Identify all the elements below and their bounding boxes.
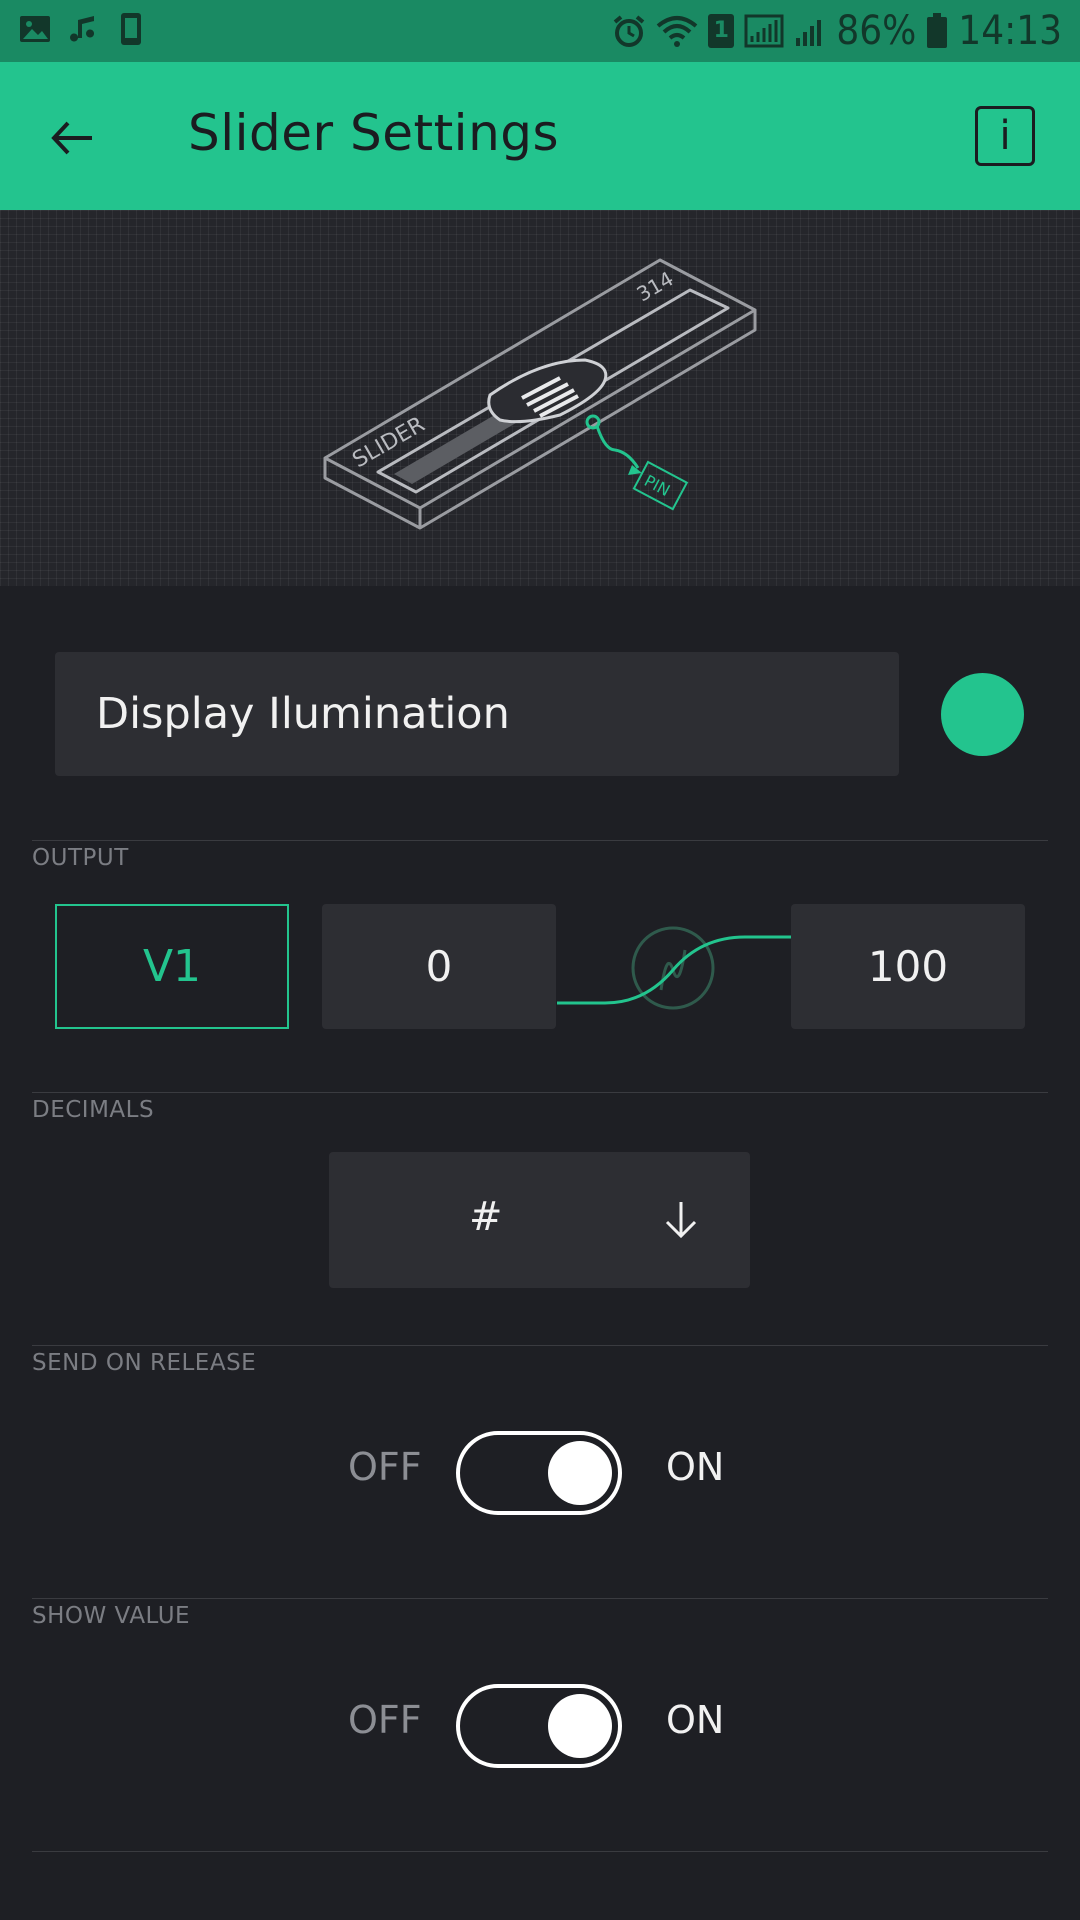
send-on-release-row: OFF ON: [0, 1431, 1080, 1515]
divider: [32, 1598, 1048, 1599]
music-icon: [70, 16, 94, 42]
pin-selector[interactable]: V1: [55, 904, 289, 1029]
wifi-icon: [657, 16, 698, 47]
mapping-curve-icon: [557, 926, 791, 1010]
send-on-release-off-label: OFF: [348, 1445, 422, 1489]
info-button[interactable]: i: [975, 106, 1035, 166]
send-on-release-on-label: ON: [666, 1445, 725, 1489]
pin-value: V1: [142, 941, 202, 992]
show-value-on-label: ON: [666, 1698, 725, 1742]
show-value-toggle[interactable]: [456, 1684, 622, 1768]
app-bar: Slider Settings i: [0, 62, 1080, 210]
divider: [32, 840, 1048, 841]
decimals-label: DECIMALS: [32, 1097, 155, 1123]
divider: [32, 1092, 1048, 1093]
signal-icon: [744, 14, 784, 48]
battery-percent: 86%: [836, 8, 917, 54]
arrow-down-icon: [665, 1202, 697, 1239]
divider: [32, 1851, 1048, 1852]
notification-icons: [18, 12, 144, 46]
decimals-value: #: [469, 1194, 503, 1240]
slider-illustration: SLIDER 314 PIN: [323, 258, 757, 530]
system-icons: 1 86% 14:13: [612, 8, 1062, 54]
widget-illustration: SLIDER 314 PIN: [0, 210, 1080, 586]
show-value-label: SHOW VALUE: [32, 1603, 191, 1629]
alarm-icon: [614, 15, 645, 47]
divider: [32, 1345, 1048, 1346]
clock: 14:13: [958, 8, 1062, 54]
decimals-dropdown[interactable]: #: [329, 1152, 750, 1288]
status-bar: 1 86% 14:13: [0, 0, 1080, 62]
battery-icon: [927, 13, 948, 48]
output-max-value: 100: [867, 942, 949, 991]
phone-icon: [121, 13, 141, 45]
color-picker[interactable]: [941, 673, 1024, 756]
sim-badge: 1: [708, 14, 735, 48]
toggle-knob: [548, 1441, 612, 1505]
output-label: OUTPUT: [32, 845, 129, 871]
arrow-left-icon: [51, 121, 92, 155]
signal-bars-icon: [796, 20, 822, 46]
send-on-release-label: SEND ON RELEASE: [32, 1350, 257, 1376]
show-value-row: OFF ON: [0, 1684, 1080, 1768]
output-min-value: 0: [425, 942, 453, 991]
page-title: Slider Settings: [188, 104, 560, 162]
toggle-knob: [548, 1694, 612, 1758]
show-value-off-label: OFF: [348, 1698, 422, 1742]
back-button[interactable]: [44, 108, 104, 168]
widget-name-field[interactable]: Display Ilumination: [55, 652, 899, 776]
output-min-field[interactable]: 0: [322, 904, 556, 1029]
info-icon: i: [999, 113, 1011, 159]
send-on-release-toggle[interactable]: [456, 1431, 622, 1515]
gallery-icon: [20, 16, 50, 42]
output-max-field[interactable]: 100: [791, 904, 1025, 1029]
